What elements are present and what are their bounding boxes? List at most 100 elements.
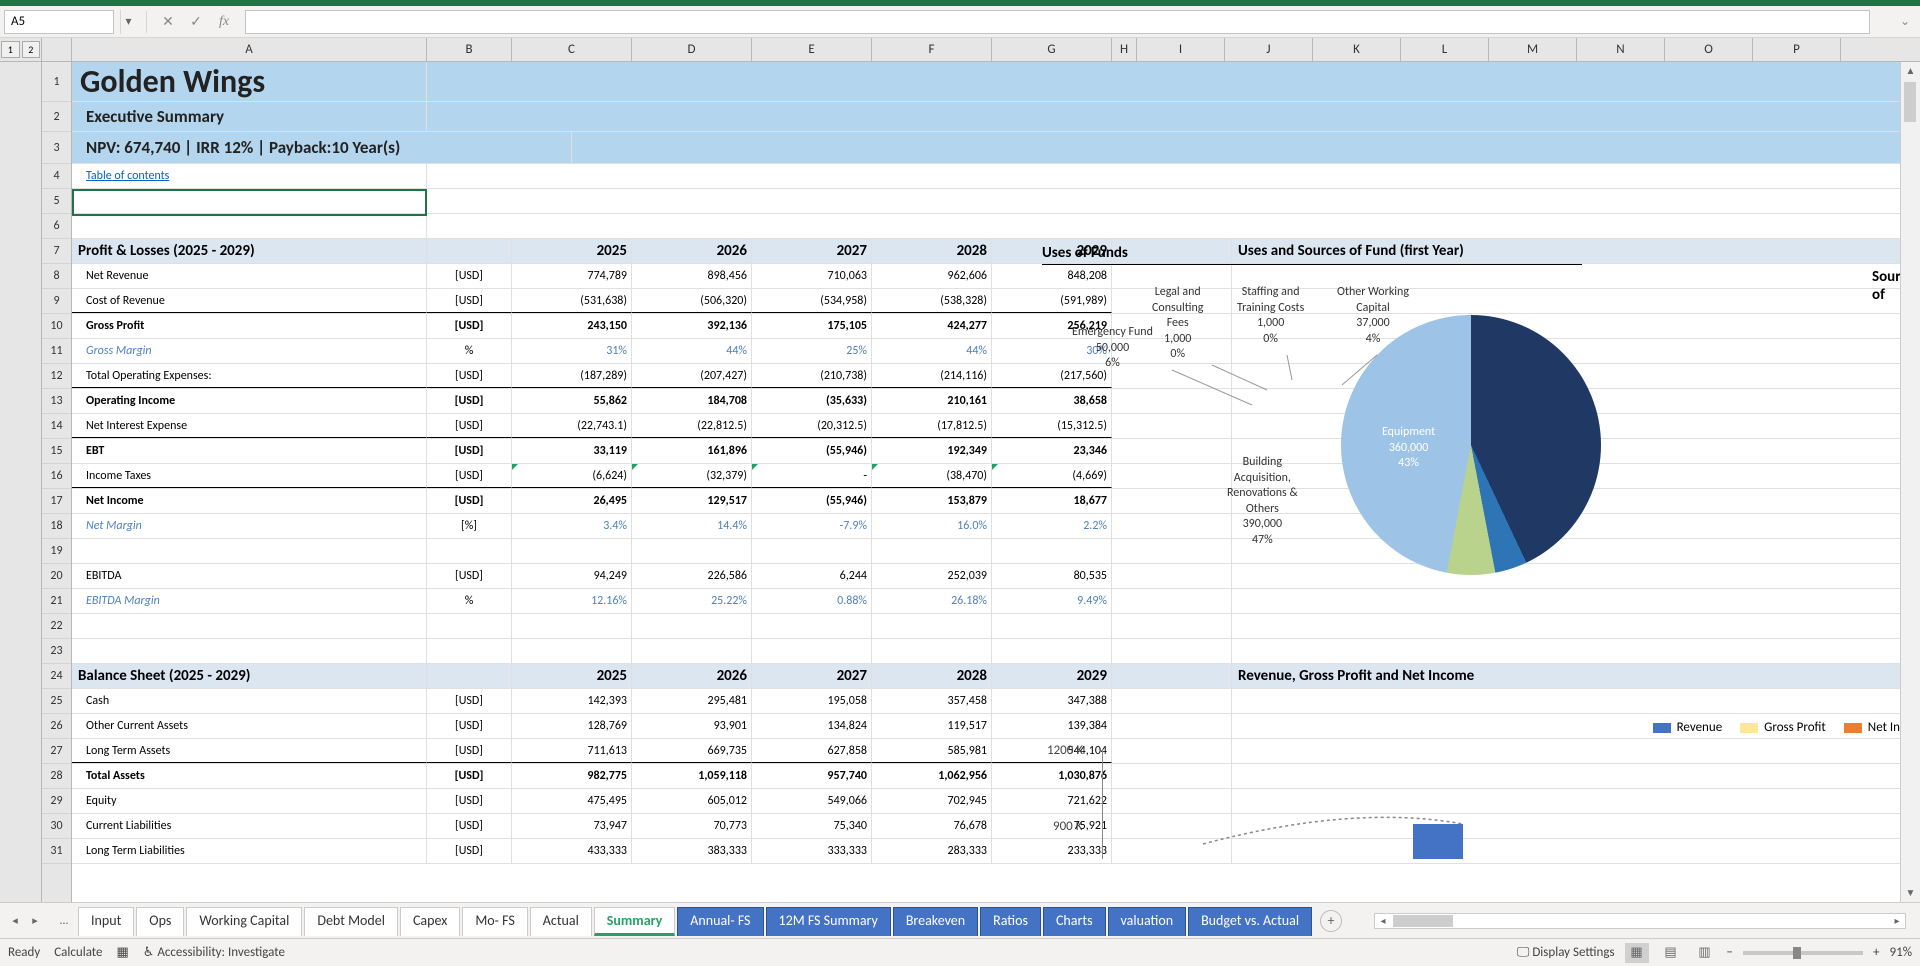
- row-head-26[interactable]: 26: [42, 714, 71, 739]
- col-A[interactable]: A: [72, 38, 427, 61]
- col-N[interactable]: N: [1577, 38, 1665, 61]
- select-all-corner[interactable]: [42, 38, 72, 61]
- row-head-30[interactable]: 30: [42, 814, 71, 839]
- row-head-4[interactable]: 4: [42, 164, 71, 189]
- status-calculate[interactable]: Calculate: [54, 945, 102, 960]
- row-head-6[interactable]: 6: [42, 214, 71, 239]
- sheet-tab-working-capital[interactable]: Working Capital: [186, 907, 302, 936]
- row-head-18[interactable]: 18: [42, 514, 71, 539]
- view-normal-icon[interactable]: ▦: [1625, 943, 1649, 963]
- row-head-15[interactable]: 15: [42, 439, 71, 464]
- sheet-tab-capex[interactable]: Capex: [400, 907, 460, 936]
- formula-expand-icon[interactable]: ⌄: [1876, 14, 1916, 29]
- col-O[interactable]: O: [1665, 38, 1753, 61]
- fx-icon[interactable]: fx: [213, 11, 235, 33]
- row-head-8[interactable]: 8: [42, 264, 71, 289]
- sheet-tab-12m-fs-summary[interactable]: 12M FS Summary: [766, 907, 891, 936]
- row-head-22[interactable]: 22: [42, 614, 71, 639]
- col-B[interactable]: B: [427, 38, 512, 61]
- metrics-line: NPV: 674,740 | IRR 12% | Payback:10 Year…: [72, 132, 572, 163]
- row-head-14[interactable]: 14: [42, 414, 71, 439]
- sheet-tab-debt-model[interactable]: Debt Model: [304, 907, 398, 936]
- row-head-27[interactable]: 27: [42, 739, 71, 764]
- sheet-tab-budget-vs-actual[interactable]: Budget vs. Actual: [1188, 907, 1312, 936]
- formula-input[interactable]: [245, 10, 1870, 34]
- horizontal-scrollbar[interactable]: ◂ ▸: [1374, 913, 1906, 929]
- new-sheet-button[interactable]: +: [1320, 910, 1342, 932]
- sheet-tab-ops[interactable]: Ops: [136, 907, 184, 936]
- sheet-tab-mo-fs[interactable]: Mo- FS: [462, 907, 527, 936]
- row-head-25[interactable]: 25: [42, 689, 71, 714]
- display-settings[interactable]: 🖵 Display Settings: [1517, 945, 1615, 960]
- row-head-28[interactable]: 28: [42, 764, 71, 789]
- row-head-23[interactable]: 23: [42, 639, 71, 664]
- row-head-11[interactable]: 11: [42, 339, 71, 364]
- row-head-1[interactable]: 1: [42, 62, 71, 102]
- sheet-tab-summary[interactable]: Summary: [594, 907, 676, 936]
- row-head-20[interactable]: 20: [42, 564, 71, 589]
- macro-record-icon[interactable]: ▦: [117, 945, 129, 960]
- scroll-up-icon[interactable]: ▲: [1901, 62, 1920, 80]
- row-head-12[interactable]: 12: [42, 364, 71, 389]
- toc-link[interactable]: Table of contents: [72, 164, 427, 188]
- hscroll-left-icon[interactable]: ◂: [1375, 914, 1391, 927]
- row-head-13[interactable]: 13: [42, 389, 71, 414]
- zoom-thumb[interactable]: [1793, 947, 1801, 959]
- row-head-3[interactable]: 3: [42, 132, 71, 164]
- col-L[interactable]: L: [1401, 38, 1489, 61]
- row-head-17[interactable]: 17: [42, 489, 71, 514]
- row-head-7[interactable]: 7: [42, 239, 71, 264]
- view-page-break-icon[interactable]: ▥: [1693, 943, 1717, 963]
- cells[interactable]: Golden Wings Executive Summary NPV: 674,…: [72, 62, 1920, 902]
- col-P[interactable]: P: [1753, 38, 1841, 61]
- sheet-tab-ratios[interactable]: Ratios: [980, 907, 1041, 936]
- tab-nav-prev-icon[interactable]: ▸: [26, 911, 44, 931]
- col-E[interactable]: E: [752, 38, 872, 61]
- hscroll-thumb[interactable]: [1393, 915, 1453, 927]
- view-page-layout-icon[interactable]: ▤: [1659, 943, 1683, 963]
- col-D[interactable]: D: [632, 38, 752, 61]
- tab-nav-first-icon[interactable]: ◂: [6, 911, 24, 931]
- col-F[interactable]: F: [872, 38, 992, 61]
- row-head-10[interactable]: 10: [42, 314, 71, 339]
- col-H[interactable]: H: [1112, 38, 1137, 61]
- accessibility-status[interactable]: ♿︎ Accessibility: Investigate: [143, 945, 285, 960]
- row-head-19[interactable]: 19: [42, 539, 71, 564]
- sheet-tab-actual[interactable]: Actual: [530, 907, 592, 936]
- sheet-tab-input[interactable]: Input: [78, 907, 134, 936]
- sheet-tab-charts[interactable]: Charts: [1043, 907, 1106, 936]
- hscroll-right-icon[interactable]: ▸: [1889, 914, 1905, 927]
- row-head-21[interactable]: 21: [42, 589, 71, 614]
- sheet-tab-breakeven[interactable]: Breakeven: [893, 907, 978, 936]
- cancel-icon[interactable]: ✕: [157, 11, 179, 33]
- scroll-down-icon[interactable]: ▼: [1901, 884, 1920, 902]
- col-K[interactable]: K: [1313, 38, 1401, 61]
- name-box-dropdown[interactable]: ▾: [120, 10, 136, 34]
- zoom-slider[interactable]: [1743, 951, 1863, 955]
- zoom-in-button[interactable]: +: [1873, 945, 1879, 960]
- col-C[interactable]: C: [512, 38, 632, 61]
- name-box[interactable]: A5: [4, 10, 114, 34]
- row-head-31[interactable]: 31: [42, 839, 71, 864]
- outline-level-1[interactable]: 1: [1, 41, 20, 58]
- row-head-9[interactable]: 9: [42, 289, 71, 314]
- sheet-tab-valuation[interactable]: valuation: [1108, 907, 1187, 936]
- vscroll-thumb[interactable]: [1904, 82, 1916, 122]
- row-head-2[interactable]: 2: [42, 102, 71, 132]
- row-head-29[interactable]: 29: [42, 789, 71, 814]
- col-I[interactable]: I: [1137, 38, 1225, 61]
- zoom-level[interactable]: 91%: [1890, 945, 1912, 960]
- col-J[interactable]: J: [1225, 38, 1313, 61]
- zoom-out-button[interactable]: −: [1727, 945, 1733, 960]
- sheet-tab-annual-fs[interactable]: Annual- FS: [677, 907, 763, 936]
- vertical-scrollbar[interactable]: ▲ ▼: [1900, 62, 1920, 902]
- cell-A5[interactable]: [72, 189, 427, 213]
- row-head-24[interactable]: 24: [42, 664, 71, 689]
- tab-ellipsis[interactable]: …: [52, 914, 76, 928]
- col-G[interactable]: G: [992, 38, 1112, 61]
- row-head-16[interactable]: 16: [42, 464, 71, 489]
- col-M[interactable]: M: [1489, 38, 1577, 61]
- confirm-icon[interactable]: ✓: [185, 11, 207, 33]
- row-head-5[interactable]: 5: [42, 189, 71, 214]
- outline-level-2[interactable]: 2: [22, 41, 41, 58]
